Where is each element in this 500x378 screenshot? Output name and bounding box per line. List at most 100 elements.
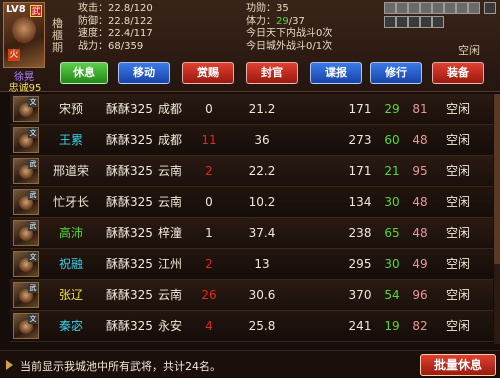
- general-stat-2: 30.6: [248, 288, 276, 302]
- general-stat-2: 37.4: [248, 226, 276, 240]
- hero-loyalty: 忠诚95: [8, 83, 42, 94]
- general-stat-2: 36: [254, 133, 270, 147]
- general-owner: 酥酥325: [106, 102, 153, 116]
- general-stat-4: 30: [384, 257, 400, 271]
- equip-slot-icon[interactable]: [420, 16, 432, 28]
- general-row[interactable]: 武高沛 酥酥325 梓潼 1 37.4 238 65 48 空闲: [10, 218, 493, 249]
- equip-slot-icon[interactable]: [483, 2, 496, 14]
- general-owner: 酥酥325: [106, 164, 153, 178]
- stat-attack: 攻击：22.8/120: [78, 3, 153, 14]
- general-name: 祝融: [58, 257, 83, 271]
- general-owner: 酥酥325: [106, 195, 153, 209]
- general-city: 云南: [158, 164, 183, 178]
- equip-slot-icon[interactable]: [444, 2, 456, 14]
- equip-slot-icon[interactable]: [408, 2, 420, 14]
- stat-power: 战力：68/359: [78, 40, 144, 52]
- general-owner: 酥酥325: [106, 257, 153, 271]
- general-row[interactable]: 武张辽 酥酥325 云南 26 30.6 370 54 96 空闲: [10, 280, 493, 311]
- batch-rest-button[interactable]: 批量休息: [420, 354, 496, 376]
- general-stat-4: 29: [384, 102, 400, 116]
- general-row[interactable]: 文祝融 酥酥325 江州 2 13 295 30 49 空闲: [10, 249, 493, 280]
- intel-button[interactable]: 谍报: [310, 62, 362, 84]
- general-owner: 酥酥325: [106, 226, 153, 240]
- general-avatar: 文: [13, 127, 39, 153]
- equip-slot-icon[interactable]: [456, 2, 468, 14]
- general-name: 秦宓: [58, 319, 83, 333]
- equip-slot-icon[interactable]: [396, 16, 408, 28]
- general-avatar: 文: [13, 96, 39, 122]
- general-name: 张辽: [58, 288, 83, 302]
- general-row[interactable]: 文宋预 酥酥325 成都 0 21.2 171 29 81 空闲: [10, 94, 493, 125]
- general-state: 空闲: [446, 288, 471, 302]
- general-state: 空闲: [446, 195, 471, 209]
- general-row[interactable]: 武忙牙长 酥酥325 云南 0 10.2 134 30 48 空闲: [10, 187, 493, 218]
- general-state: 空闲: [446, 102, 471, 116]
- general-stat-2: 13: [254, 257, 270, 271]
- general-type-badge: 武: [28, 159, 38, 169]
- general-avatar: 文: [13, 313, 39, 339]
- general-state: 空闲: [446, 257, 471, 271]
- general-type-badge: 文: [28, 128, 38, 138]
- hero-tags: 櫓 櫃 期: [52, 18, 68, 54]
- hero-element-badge: 火: [8, 49, 20, 61]
- general-name: 宋预: [58, 102, 83, 116]
- action-bar: 休息 移动 赏赐 封官 谍报 修行 装备: [52, 62, 498, 86]
- hero-status: 空闲: [458, 44, 480, 57]
- equip-button[interactable]: 装备: [432, 62, 484, 84]
- general-type-badge: 武: [28, 221, 38, 231]
- general-city: 成都: [158, 133, 183, 147]
- equip-slot-icon[interactable]: [396, 2, 408, 14]
- general-stat-5: 96: [412, 288, 428, 302]
- general-stat-2: 22.2: [248, 164, 276, 178]
- general-avatar: 文: [13, 251, 39, 277]
- equip-slot-icon[interactable]: [420, 2, 432, 14]
- equip-slot-icon[interactable]: [432, 16, 444, 28]
- general-detail-panel: LV8 武 火 徐晃 忠诚95 櫓 櫃 期 攻击：22.8/120 防御：22.…: [0, 0, 500, 94]
- general-state: 空闲: [446, 319, 471, 333]
- train-button[interactable]: 修行: [370, 62, 422, 84]
- equip-slot-icon[interactable]: [432, 2, 444, 14]
- general-stat-5: 48: [412, 133, 428, 147]
- general-avatar: 武: [13, 189, 39, 215]
- general-stat-1: 4: [205, 319, 213, 333]
- general-city: 云南: [158, 288, 183, 302]
- hero-stats-right: 功勋：35 体力：29/37 今日天下内战斗0次 今日城外战斗0/1次: [246, 3, 332, 53]
- equip-slot-icon[interactable]: [384, 2, 396, 14]
- general-stat-2: 21.2: [248, 102, 276, 116]
- general-stat-5: 95: [412, 164, 428, 178]
- equip-slot-icon[interactable]: [408, 16, 420, 28]
- general-stat-5: 81: [412, 102, 428, 116]
- general-state: 空闲: [446, 226, 471, 240]
- general-avatar: 武: [13, 282, 39, 308]
- scrollbar-thumb[interactable]: [494, 94, 500, 264]
- game-window: LV8 武 火 徐晃 忠诚95 櫓 櫃 期 攻击：22.8/120 防御：22.…: [0, 0, 500, 378]
- equip-slot-icon[interactable]: [384, 16, 396, 28]
- general-state: 空闲: [446, 133, 471, 147]
- general-stat-1: 0: [205, 195, 213, 209]
- general-stat-4: 21: [384, 164, 400, 178]
- general-row[interactable]: 文王累 酥酥325 成都 11 36 273 60 48 空闲: [10, 125, 493, 156]
- general-stat-4: 19: [384, 319, 400, 333]
- reward-button[interactable]: 赏赐: [182, 62, 234, 84]
- rest-button[interactable]: 休息: [60, 62, 108, 84]
- general-owner: 酥酥325: [106, 288, 153, 302]
- general-stat-5: 49: [412, 257, 428, 271]
- appoint-button[interactable]: 封官: [246, 62, 298, 84]
- general-avatar: 武: [13, 158, 39, 184]
- move-button[interactable]: 移动: [118, 62, 170, 84]
- general-stat-4: 54: [384, 288, 400, 302]
- equip-slot-icon[interactable]: [468, 2, 480, 14]
- arrow-icon: [6, 360, 13, 370]
- hero-stats-left: 攻击：22.8/120 防御：22.8/122 速度：22.4/117 战力：6…: [78, 3, 153, 53]
- general-row[interactable]: 文秦宓 酥酥325 永安 4 25.8 241 19 82 空闲: [10, 311, 493, 342]
- general-city: 云南: [158, 195, 183, 209]
- general-row[interactable]: 武邢道荣 酥酥325 云南 2 22.2 171 21 95 空闲: [10, 156, 493, 187]
- general-stat-1: 2: [205, 164, 213, 178]
- general-city: 梓潼: [158, 226, 183, 240]
- general-stat-5: 48: [412, 195, 428, 209]
- hero-face: [12, 17, 36, 43]
- hero-portrait[interactable]: LV8 武 火: [3, 2, 45, 68]
- stat-speed: 速度：22.4/117: [78, 28, 153, 39]
- general-type-badge: 文: [28, 314, 38, 324]
- general-city: 永安: [158, 319, 183, 333]
